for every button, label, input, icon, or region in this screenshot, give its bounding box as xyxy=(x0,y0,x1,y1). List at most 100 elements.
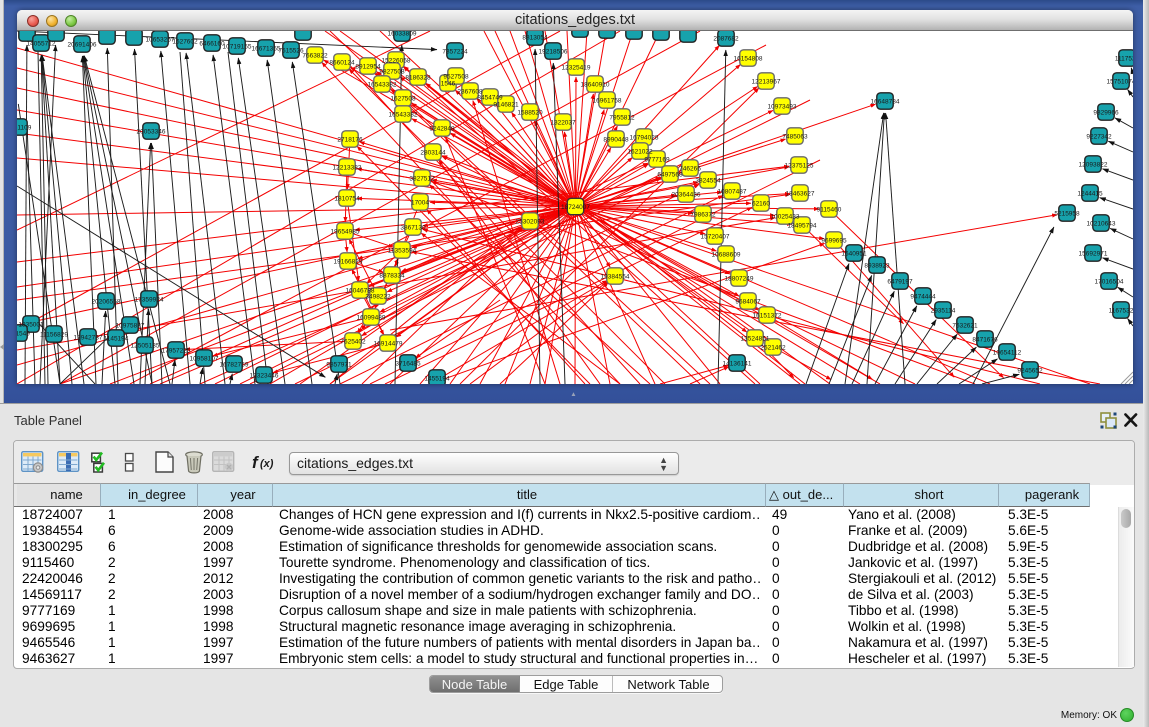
svg-text:3824554: 3824554 xyxy=(695,177,721,184)
svg-text:f: f xyxy=(252,453,260,472)
svg-text:7625402: 7625402 xyxy=(340,338,366,345)
svg-text:16914479: 16914479 xyxy=(374,340,403,347)
svg-text:7357224: 7357224 xyxy=(442,48,468,55)
svg-text:10025433: 10025433 xyxy=(771,213,800,220)
svg-text:1145194: 1145194 xyxy=(104,335,129,342)
svg-text:16648784: 16648784 xyxy=(871,98,900,105)
svg-text:8878334: 8878334 xyxy=(379,272,405,279)
svg-text:8186328: 8186328 xyxy=(405,74,431,81)
svg-text:15720407: 15720407 xyxy=(701,233,730,240)
svg-text:1244415: 1244415 xyxy=(1077,190,1103,197)
svg-text:9527508: 9527508 xyxy=(443,73,469,80)
svg-text:2935114: 2935114 xyxy=(931,307,956,314)
svg-text:18640910: 18640910 xyxy=(581,81,610,88)
svg-text:9146821: 9146821 xyxy=(493,101,519,108)
svg-text:2718176: 2718176 xyxy=(337,136,363,143)
svg-text:18463627: 18463627 xyxy=(786,190,815,197)
svg-text:8660124: 8660124 xyxy=(329,59,355,66)
svg-text:8938923: 8938923 xyxy=(864,262,890,269)
svg-text:16671355: 16671355 xyxy=(252,45,281,52)
svg-text:12325419: 12325419 xyxy=(562,64,591,71)
svg-text:15751074: 15751074 xyxy=(1107,78,1133,85)
svg-text:14055712: 14055712 xyxy=(27,40,56,47)
svg-text:3716485: 3716485 xyxy=(395,360,421,367)
svg-text:10688609: 10688609 xyxy=(712,251,741,258)
svg-text:20691406: 20691406 xyxy=(68,41,97,48)
svg-text:16099489: 16099489 xyxy=(357,314,386,321)
svg-text:9329966: 9329966 xyxy=(1093,109,1119,116)
svg-text:20206558: 20206558 xyxy=(92,298,121,305)
svg-text:13524851: 13524851 xyxy=(741,335,770,342)
svg-text:8912954: 8912954 xyxy=(355,63,381,70)
svg-text:1167532: 1167532 xyxy=(1109,307,1133,314)
svg-text:16151372: 16151372 xyxy=(753,312,782,319)
svg-text:19218506: 19218506 xyxy=(539,48,568,55)
svg-text:15226058: 15226058 xyxy=(382,57,411,64)
svg-text:1117526: 1117526 xyxy=(1115,55,1133,62)
svg-text:19166829: 19166829 xyxy=(334,258,363,265)
svg-text:18495794: 18495794 xyxy=(788,222,817,229)
svg-text:18724007: 18724007 xyxy=(561,204,590,211)
svg-text:1835001: 1835001 xyxy=(18,321,44,328)
svg-text:12942737: 12942737 xyxy=(74,334,103,341)
svg-text:9245652: 9245652 xyxy=(1017,367,1043,374)
svg-text:20053346: 20053346 xyxy=(137,128,166,135)
svg-text:2087682: 2087682 xyxy=(713,35,739,42)
svg-text:10719155: 10719155 xyxy=(223,43,252,50)
svg-text:16782759: 16782759 xyxy=(220,361,249,368)
svg-text:8813054: 8813054 xyxy=(522,34,548,41)
svg-text:12093822: 12093822 xyxy=(1079,161,1108,168)
svg-text:9115460: 9115460 xyxy=(817,206,842,213)
svg-text:9777169: 9777169 xyxy=(644,156,670,163)
svg-text:5215958: 5215958 xyxy=(1054,210,1080,217)
svg-text:16033809: 16033809 xyxy=(388,31,417,37)
svg-text:9699695: 9699695 xyxy=(821,237,847,244)
svg-text:391549: 391549 xyxy=(17,330,30,337)
svg-text:12213383: 12213383 xyxy=(333,164,362,171)
svg-text:16961758: 16961758 xyxy=(593,97,622,104)
svg-text:2803144: 2803144 xyxy=(420,149,446,156)
svg-text:17016504: 17016504 xyxy=(1095,278,1124,285)
svg-text:10807487: 10807487 xyxy=(718,188,747,195)
svg-text:7663822: 7663822 xyxy=(302,52,328,59)
svg-text:11353594: 11353594 xyxy=(388,247,417,254)
svg-text:16794028: 16794028 xyxy=(630,134,659,141)
svg-text:16543382: 16543382 xyxy=(368,81,397,88)
svg-text:9227342: 9227342 xyxy=(1086,133,1112,140)
svg-text:3498222: 3498222 xyxy=(365,293,391,300)
svg-text:8454749: 8454749 xyxy=(477,94,503,101)
svg-text:19384554: 19384554 xyxy=(601,273,630,280)
svg-text:7986372: 7986372 xyxy=(690,211,716,218)
svg-text:16154808: 16154808 xyxy=(734,55,763,62)
svg-text:1640951: 1640951 xyxy=(841,250,867,257)
svg-text:10975887: 10975887 xyxy=(116,322,145,329)
svg-text:1546: 1546 xyxy=(441,80,456,87)
svg-text:(x): (x) xyxy=(260,458,274,470)
svg-text:1322037: 1322037 xyxy=(550,119,576,126)
svg-text:9827508: 9827508 xyxy=(379,68,405,75)
svg-text:7632621: 7632621 xyxy=(952,322,978,329)
svg-text:12213967: 12213967 xyxy=(752,78,781,85)
svg-text:17004: 17004 xyxy=(411,199,429,206)
svg-text:3867130: 3867130 xyxy=(400,224,426,231)
svg-text:9474444: 9474444 xyxy=(910,293,936,300)
svg-text:18807249: 18807249 xyxy=(725,275,754,282)
svg-text:6479197: 6479197 xyxy=(887,278,913,285)
svg-text:3827512: 3827512 xyxy=(409,175,435,182)
svg-text:25302093: 25302093 xyxy=(516,218,545,225)
svg-text:8471676: 8471676 xyxy=(972,336,998,343)
svg-text:2521462: 2521462 xyxy=(760,344,786,351)
svg-text:1810754: 1810754 xyxy=(334,195,360,202)
svg-text:12375125: 12375125 xyxy=(785,162,814,169)
svg-text:6497568: 6497568 xyxy=(657,171,683,178)
svg-text:7515526: 7515526 xyxy=(278,47,304,54)
svg-text:16543382: 16543382 xyxy=(389,111,418,118)
svg-text:20364436: 20364436 xyxy=(672,191,701,198)
svg-text:12505135: 12505135 xyxy=(131,342,160,349)
svg-text:7955812: 7955812 xyxy=(609,114,635,121)
svg-text:12323446: 12323446 xyxy=(250,372,279,379)
svg-text:19654985: 19654985 xyxy=(331,228,360,235)
svg-text:7485063: 7485063 xyxy=(782,133,808,140)
svg-text:10654112: 10654112 xyxy=(993,349,1022,356)
svg-text:14136141: 14136141 xyxy=(723,360,752,367)
